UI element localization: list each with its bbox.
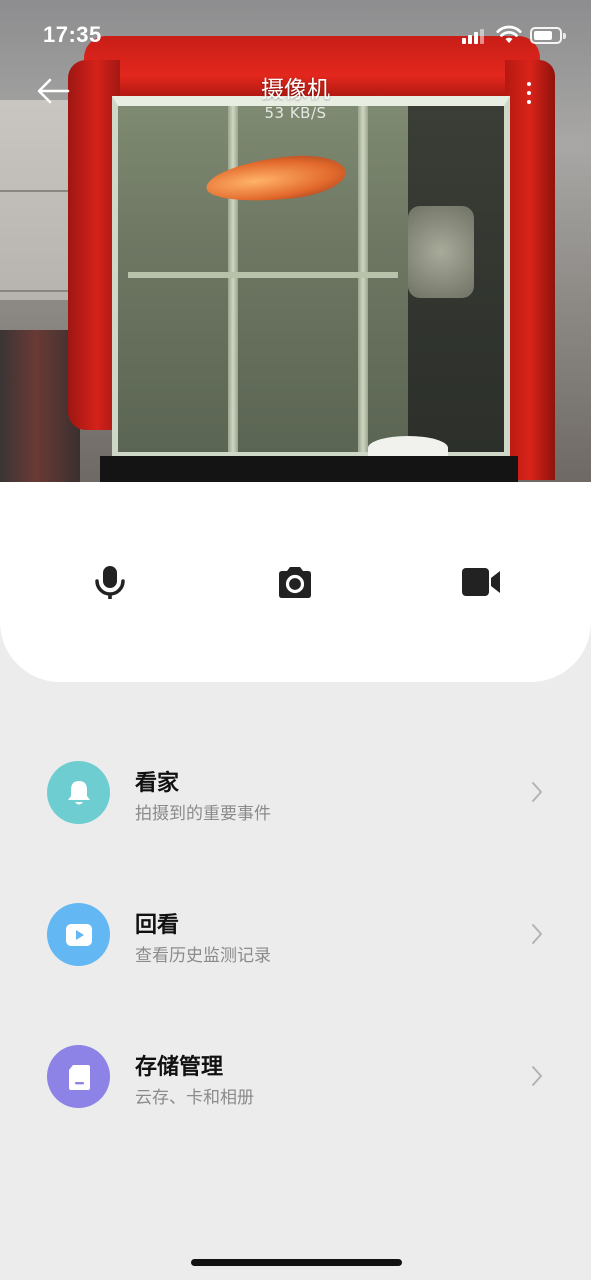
feed-cabinet-line xyxy=(0,190,75,192)
menu-item-title: 看家 xyxy=(135,771,180,796)
menu-item-subtitle: 云存、卡和相册 xyxy=(135,1088,254,1108)
menu-item-title: 回看 xyxy=(135,913,180,938)
snapshot-button[interactable] xyxy=(267,554,323,610)
sd-card-icon xyxy=(68,1064,90,1090)
feed-stone xyxy=(408,206,474,298)
feed-tank-stand xyxy=(100,456,518,482)
feed-tank-pole xyxy=(228,106,238,452)
menu-icon-circle xyxy=(47,1045,110,1108)
status-time: 17:35 xyxy=(43,22,102,47)
feed-tank-bar xyxy=(128,272,398,278)
menu-item-title: 存储管理 xyxy=(135,1055,224,1080)
feed-wall xyxy=(0,100,75,300)
bell-icon xyxy=(67,780,90,804)
microphone-icon xyxy=(95,566,125,599)
menu-item-subtitle: 查看历史监测记录 xyxy=(135,946,271,966)
control-panel xyxy=(0,482,591,682)
chevron-right-icon xyxy=(532,782,542,802)
cellular-signal-icon xyxy=(462,28,486,44)
feed-cabinet-line xyxy=(0,290,75,292)
menu-item-subtitle: 拍摄到的重要事件 xyxy=(135,804,271,824)
list-item-look-home[interactable]: 看家 拍摄到的重要事件 xyxy=(0,737,591,847)
list-item-playback[interactable]: 回看 查看历史监测记录 xyxy=(0,879,591,989)
play-icon xyxy=(65,923,92,946)
camera-icon xyxy=(279,567,311,598)
list-item-storage[interactable]: 存储管理 云存、卡和相册 xyxy=(0,1021,591,1131)
battery-icon xyxy=(530,27,566,44)
more-dots-icon xyxy=(527,82,531,86)
video-icon xyxy=(462,568,500,596)
menu-icon-circle xyxy=(47,903,110,966)
wifi-icon xyxy=(496,25,522,43)
chevron-right-icon xyxy=(532,1066,542,1086)
record-button[interactable] xyxy=(453,554,509,610)
feed-tank-pole xyxy=(358,106,368,452)
stream-speed: 53 KB/S xyxy=(264,104,327,122)
chevron-right-icon xyxy=(532,924,542,944)
home-indicator[interactable] xyxy=(191,1259,402,1266)
more-options-button[interactable] xyxy=(516,72,542,108)
feed-fish xyxy=(204,150,348,208)
microphone-button[interactable] xyxy=(82,554,138,610)
feed-fish-tank xyxy=(112,96,510,460)
page-title: 摄像机 xyxy=(261,77,330,103)
nav-bar: 摄像机 53 KB/S xyxy=(0,60,591,130)
menu-icon-circle xyxy=(47,761,110,824)
